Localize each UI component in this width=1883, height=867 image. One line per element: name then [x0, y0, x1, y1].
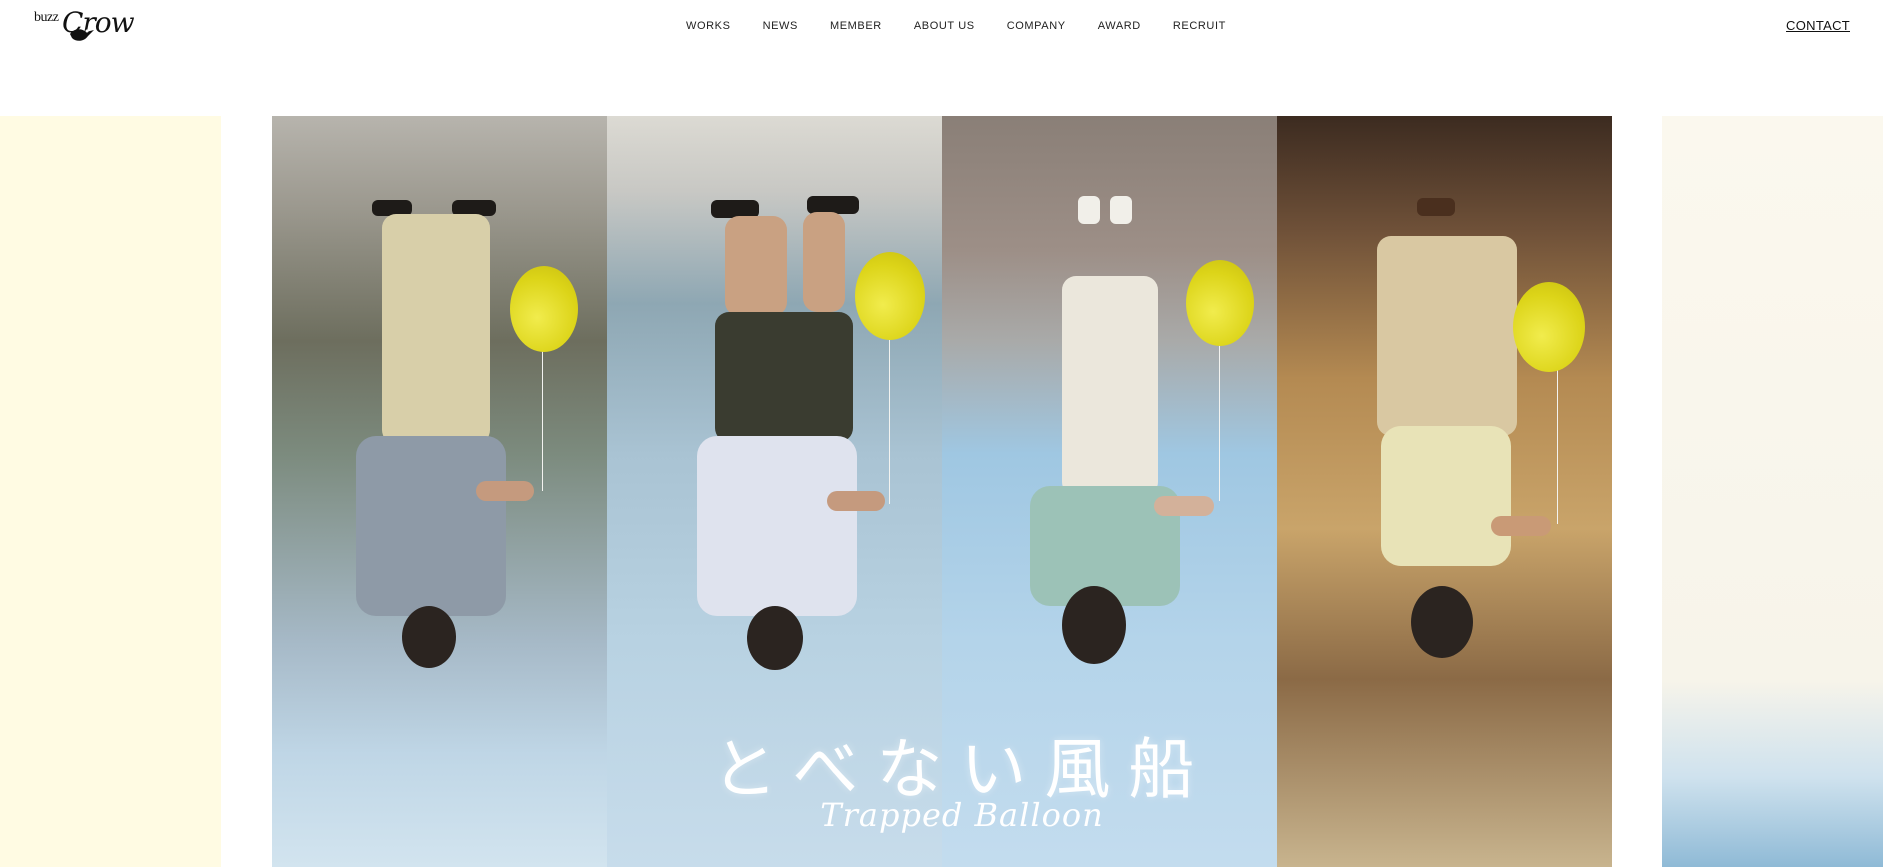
hero-slide-trapped-balloon[interactable]: とべない風船 Trapped Balloon	[272, 116, 1612, 867]
nav-company[interactable]: COMPANY	[1007, 20, 1066, 32]
nav-recruit[interactable]: RECRUIT	[1173, 20, 1226, 32]
leg	[803, 212, 845, 312]
head	[747, 606, 803, 670]
poster-title-english: Trapped Balloon	[820, 796, 1104, 834]
buzzcrow-logo[interactable]: buzz Crow	[30, 6, 135, 46]
arm	[1154, 496, 1214, 516]
nav-works[interactable]: WORKS	[686, 20, 731, 32]
balloon-string	[1557, 358, 1558, 524]
arm	[1491, 516, 1551, 536]
balloon-string	[889, 334, 890, 504]
dress	[1377, 236, 1517, 436]
trousers	[382, 214, 490, 444]
balloon-string	[542, 346, 543, 491]
dress	[1062, 276, 1158, 496]
shoe	[1078, 196, 1100, 224]
arm	[827, 491, 885, 511]
shoe	[1417, 198, 1455, 216]
balloon-icon	[1513, 282, 1585, 372]
main-nav: WORKS NEWS MEMBER ABOUT US COMPANY AWARD…	[686, 20, 1258, 32]
site-header: buzz Crow WORKS NEWS MEMBER ABOUT US COM…	[0, 0, 1883, 60]
balloon-icon	[510, 266, 578, 352]
contact-link[interactable]: CONTACT	[1786, 18, 1850, 33]
poster-panel-4	[1277, 116, 1612, 867]
head	[1411, 586, 1473, 658]
shorts	[715, 312, 853, 442]
arm	[476, 481, 534, 501]
next-slide-peek[interactable]	[1662, 116, 1883, 867]
nav-about-us[interactable]: ABOUT US	[914, 20, 975, 32]
poster-panel-1	[272, 116, 607, 867]
nav-award[interactable]: AWARD	[1098, 20, 1141, 32]
prev-slide-peek[interactable]	[0, 116, 221, 867]
balloon-icon	[1186, 260, 1254, 346]
crow-icon	[70, 29, 94, 41]
nav-news[interactable]: NEWS	[763, 20, 798, 32]
nav-member[interactable]: MEMBER	[830, 20, 882, 32]
leg	[725, 216, 787, 316]
head	[402, 606, 456, 668]
shoe	[1110, 196, 1132, 224]
shirt	[356, 436, 506, 616]
head	[1062, 586, 1126, 664]
logo-small-text: buzz	[34, 10, 59, 25]
balloon-icon	[855, 252, 925, 340]
shirt	[697, 436, 857, 616]
blouse	[1381, 426, 1511, 566]
balloon-string	[1219, 336, 1220, 501]
